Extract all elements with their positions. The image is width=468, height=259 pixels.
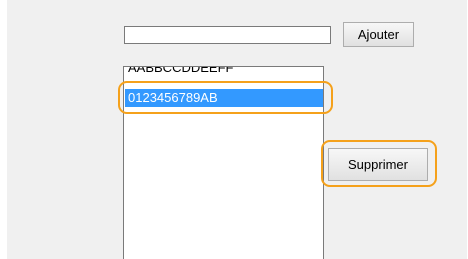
address-listbox[interactable]: AABBCCDDEEFF 0123456789AB (123, 66, 324, 259)
address-input[interactable] (124, 26, 331, 44)
remove-button[interactable]: Supprimer (328, 148, 428, 181)
add-button[interactable]: Ajouter (343, 22, 414, 47)
list-item-selected[interactable]: 0123456789AB (125, 89, 323, 107)
list-item[interactable]: AABBCCDDEEFF (125, 67, 233, 76)
